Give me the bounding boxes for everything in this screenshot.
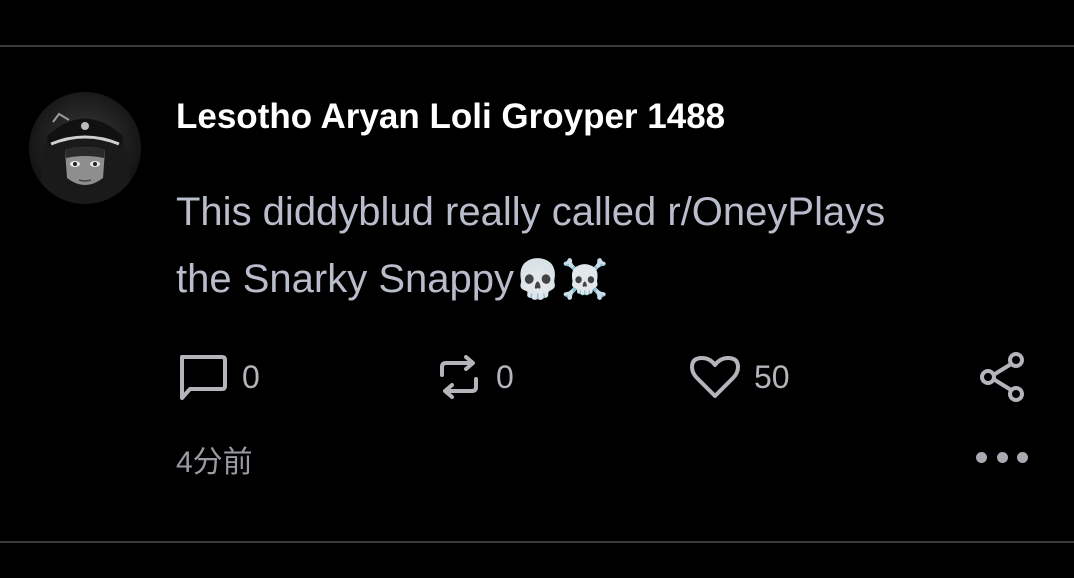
comment-icon [176,353,228,401]
heart-icon [690,355,740,399]
like-button[interactable]: 50 [690,351,790,403]
bottom-divider [0,541,1074,543]
share-button[interactable] [978,351,1026,403]
post-body: This diddyblud really called r/OneyPlays… [176,179,1016,313]
like-count: 50 [754,358,790,395]
post-timestamp: 4分前 [176,446,253,479]
more-horizontal-icon-dot-2 [996,451,1008,463]
more-options-button[interactable] [976,444,1028,470]
share-icon [978,351,1026,403]
more-horizontal-icon-dot-1 [976,451,987,463]
skull-emojis: 💀☠️ [514,257,609,301]
more-horizontal-icon-dot-3 [1017,451,1028,463]
reply-count: 0 [242,358,260,395]
repost-button[interactable]: 0 [436,351,514,403]
post-text-line-2-text: the Snarky Snappy [176,257,514,301]
reply-button[interactable]: 0 [176,351,260,403]
repost-icon [436,355,482,399]
post-text-line-1: This diddyblud really called r/OneyPlays [176,190,886,234]
avatar[interactable] [29,92,141,204]
post[interactable]: Lesotho Aryan Loli Groyper 1488 This did… [0,47,1074,541]
post-text-line-2: the Snarky Snappy💀☠️ [176,246,1016,313]
repost-count: 0 [496,358,514,395]
author-name[interactable]: Lesotho Aryan Loli Groyper 1488 [176,97,725,137]
